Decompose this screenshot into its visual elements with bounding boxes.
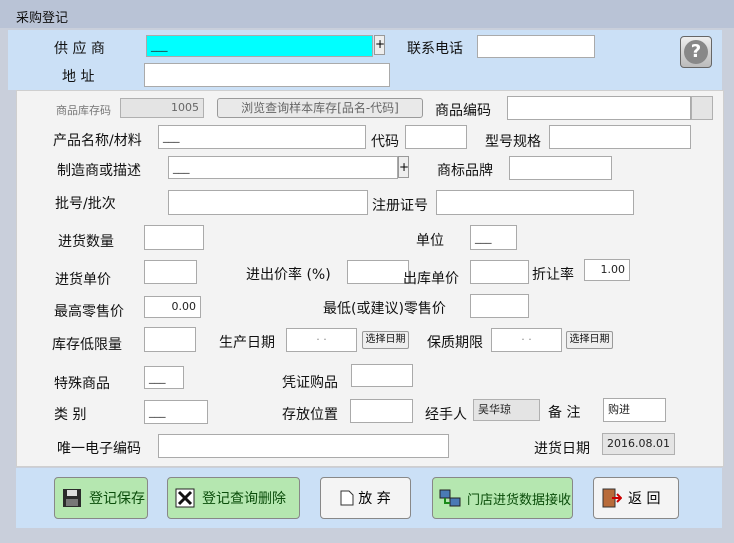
out-price-label: 出库单价	[403, 271, 459, 287]
maker-input[interactable]: ___	[168, 156, 398, 179]
category-label: 类 别	[54, 407, 87, 423]
receive-store-data-button[interactable]: 门店进货数据接收	[432, 477, 573, 519]
phone-input[interactable]	[477, 35, 595, 58]
expiry-date-picker-button[interactable]: 选择日期	[566, 331, 613, 349]
stock-code-input: 1005	[120, 98, 204, 118]
save-button[interactable]: 登记保存	[54, 477, 148, 519]
voucher-label: 凭证购品	[282, 375, 338, 391]
special-item-input[interactable]: ___	[144, 366, 184, 389]
location-input[interactable]	[350, 399, 413, 423]
discard-button-label: 放 弃	[358, 491, 391, 507]
voucher-input[interactable]	[351, 364, 413, 387]
query-delete-button-label: 登记查询删除	[202, 491, 286, 507]
expiry-input[interactable]: · ·	[491, 328, 562, 352]
query-delete-button[interactable]: 登记查询删除	[167, 477, 300, 519]
handler-label: 经手人	[425, 407, 467, 423]
purchase-date-input: 2016.08.01	[602, 433, 675, 455]
min-retail-input[interactable]	[470, 294, 529, 318]
price-label: 进货单价	[55, 272, 111, 288]
quantity-label: 进货数量	[58, 234, 114, 250]
save-button-label: 登记保存	[89, 491, 145, 507]
back-button[interactable]: 返 回	[593, 477, 679, 519]
handler-input: 吴华琼	[473, 399, 540, 421]
expiry-label: 保质期限	[427, 335, 483, 351]
discount-label: 折让率	[532, 267, 574, 283]
brand-input[interactable]	[509, 156, 612, 180]
category-input[interactable]: ___	[144, 400, 208, 424]
phone-label: 联系电话	[407, 41, 463, 57]
unit-label: 单位	[416, 233, 444, 249]
stock-code-label: 商品库存码	[56, 104, 111, 117]
electronic-code-input[interactable]	[158, 434, 449, 458]
delete-record-icon	[175, 488, 195, 508]
max-retail-input[interactable]: 0.00	[144, 296, 201, 318]
address-input[interactable]	[144, 63, 390, 87]
maker-add-button[interactable]: +	[398, 156, 409, 178]
production-date-input[interactable]: · ·	[286, 328, 357, 352]
network-transfer-icon	[439, 489, 461, 507]
markup-input[interactable]	[347, 260, 409, 284]
exit-door-icon	[602, 488, 622, 508]
floppy-disk-icon	[63, 489, 81, 507]
receive-store-data-label: 门店进货数据接收	[467, 492, 572, 508]
max-retail-label: 最高零售价	[54, 304, 124, 320]
browse-stock-button[interactable]: 浏览查询样本库存[品名-代码]	[217, 98, 423, 118]
item-code-input[interactable]	[507, 96, 691, 120]
window-title: 采购登记	[16, 11, 69, 26]
brand-label: 商标品牌	[437, 163, 493, 179]
special-item-label: 特殊商品	[54, 376, 110, 392]
purchase-date-label: 进货日期	[534, 441, 590, 457]
item-code-label: 商品编码	[435, 103, 491, 119]
min-stock-input[interactable]	[144, 327, 196, 352]
discount-input[interactable]: 1.00	[584, 259, 630, 281]
supplier-input[interactable]: ___	[146, 35, 373, 57]
item-code-side-button[interactable]	[691, 96, 713, 120]
production-date-label: 生产日期	[219, 335, 275, 351]
min-stock-label: 库存低限量	[52, 337, 122, 353]
document-icon	[340, 490, 354, 506]
remark-input[interactable]: 购进	[603, 398, 666, 422]
min-retail-label: 最低(或建议)零售价	[323, 301, 446, 317]
electronic-code-label: 唯一电子编码	[57, 441, 141, 457]
code-label: 代码	[371, 134, 399, 150]
title-bar	[0, 0, 734, 28]
batch-input[interactable]	[168, 190, 368, 215]
supplier-label: 供 应 商	[54, 41, 105, 57]
back-button-label: 返 回	[628, 491, 661, 507]
production-date-picker-button[interactable]: 选择日期	[362, 331, 409, 349]
help-icon: ?	[684, 40, 708, 64]
maker-label: 制造商或描述	[57, 163, 141, 179]
quantity-input[interactable]	[144, 225, 204, 250]
product-name-label: 产品名称/材料	[53, 133, 142, 149]
registration-label: 注册证号	[372, 198, 428, 214]
unit-input[interactable]: ___	[470, 225, 517, 250]
location-label: 存放位置	[282, 407, 338, 423]
help-button[interactable]: ?	[680, 36, 712, 68]
supplier-add-button[interactable]: +	[374, 35, 385, 55]
product-name-input[interactable]: ___	[158, 125, 366, 149]
out-price-input[interactable]	[470, 260, 529, 284]
markup-label: 进出价率 (%)	[246, 267, 331, 283]
remark-label: 备 注	[548, 405, 581, 421]
model-label: 型号规格	[485, 134, 541, 150]
code-input[interactable]	[405, 125, 467, 149]
address-label: 地 址	[62, 69, 95, 85]
price-input[interactable]	[144, 260, 197, 284]
batch-label: 批号/批次	[55, 196, 116, 212]
model-input[interactable]	[549, 125, 691, 149]
registration-input[interactable]	[436, 190, 634, 215]
discard-button[interactable]: 放 弃	[320, 477, 411, 519]
